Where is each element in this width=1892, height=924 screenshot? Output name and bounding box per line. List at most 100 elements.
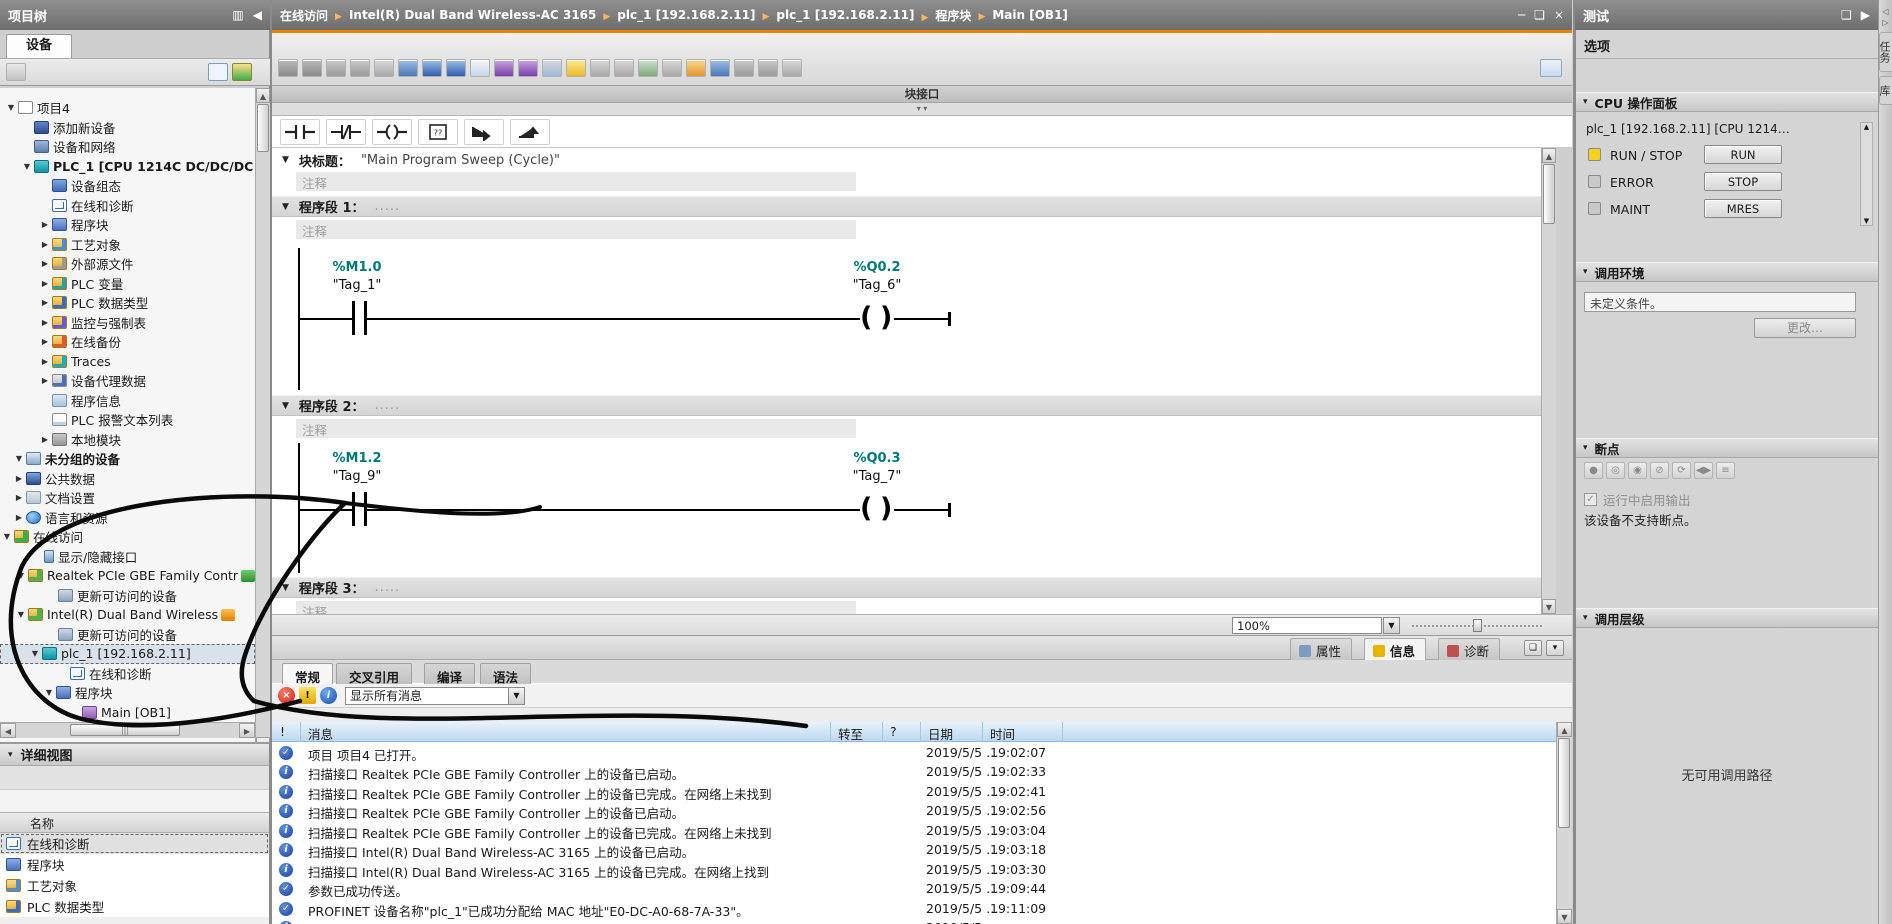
devices-tab[interactable]: 设备	[6, 34, 72, 58]
network-1-header[interactable]: ▼ 程序段 1： .....	[272, 196, 1556, 217]
scroll-left-icon[interactable]: ◀	[0, 723, 16, 738]
tree-vertical-scrollbar[interactable]: ▲ ▼	[255, 88, 270, 752]
collapse-all-networks-icon[interactable]	[446, 59, 466, 77]
breadcrumb-item[interactable]: plc_1 [192.168.2.11]	[596, 8, 755, 22]
mres-button[interactable]: MRES	[1704, 199, 1782, 218]
coil-icon[interactable]: )	[880, 495, 892, 522]
detail-view-item[interactable]: 程序块	[0, 854, 269, 875]
coil-icon[interactable]: (	[860, 495, 872, 522]
expander-icon[interactable]: ▶	[38, 435, 52, 444]
breadcrumb-item[interactable]: 程序块	[915, 7, 972, 24]
detail-view-header[interactable]: ▾ 详细视图	[0, 744, 269, 766]
network-2-header[interactable]: ▼ 程序段 2： .....	[272, 395, 1556, 416]
expander-icon[interactable]: ▶	[38, 259, 52, 268]
expander-icon[interactable]: ▼	[28, 649, 42, 658]
col-date[interactable]: 日期	[928, 724, 953, 743]
close-branch-icon[interactable]	[510, 119, 550, 145]
tree-item[interactable]: ▼ PLC_1 [CPU 1214C DC/DC/DC	[0, 157, 255, 177]
step-over-icon[interactable]: ⟳	[1672, 462, 1691, 479]
go-to-previous-icon[interactable]	[590, 59, 610, 77]
vertical-tab[interactable]: 库	[1879, 76, 1892, 105]
delete-network-icon[interactable]	[350, 59, 370, 77]
tree-item[interactable]: ▶ 程序块	[0, 215, 255, 235]
expander-icon[interactable]: ▶	[38, 357, 52, 366]
scrollbar-thumb[interactable]: |||	[70, 724, 180, 736]
update-block-call-icon[interactable]	[638, 59, 658, 77]
go-to-next-icon[interactable]	[614, 59, 634, 77]
scrollbar-thumb[interactable]	[257, 104, 269, 152]
expander-icon[interactable]: ▼	[14, 571, 28, 580]
network-3-title-placeholder[interactable]: .....	[375, 580, 401, 595]
message-row[interactable]: ✓ PROFINET 设备名称"plc_1"已成功分配给 MAC 地址"E0-D…	[272, 899, 1556, 919]
monitor-onoff-icon[interactable]	[686, 59, 706, 77]
normally-closed-contact-icon[interactable]	[326, 119, 366, 145]
output-coil-icon[interactable]	[372, 119, 412, 145]
favorites-toggle-icon[interactable]	[566, 59, 586, 77]
ladder-vertical-scrollbar[interactable]: ▲ ▼	[1541, 148, 1556, 614]
tree-item[interactable]: 程序信息	[0, 391, 255, 411]
symbolic-operands-icon[interactable]	[518, 59, 538, 77]
message-row[interactable]: i 扫描接口 Intel(R) Dual Band Wireless-AC 31…	[272, 841, 1556, 861]
tab-cross-references[interactable]: 交叉引用	[336, 663, 412, 684]
breadcrumb-item[interactable]: Intel(R) Dual Band Wireless-AC 3165	[328, 8, 596, 22]
expander-icon[interactable]: ▶	[38, 318, 52, 327]
col-goto[interactable]: 转至	[838, 724, 863, 743]
tree-item[interactable]: ▶ 语言和资源	[0, 508, 255, 528]
network-3-comment[interactable]: 注释	[296, 601, 856, 614]
jump-left-icon[interactable]	[734, 59, 754, 77]
tree-item[interactable]: ▼ 未分组的设备	[0, 449, 255, 469]
expander-icon[interactable]: ▶	[12, 513, 26, 522]
inspector-vertical-scrollbar[interactable]: ▲ ▼	[1556, 722, 1572, 924]
stop-button[interactable]: STOP	[1704, 172, 1782, 191]
message-row[interactable]: ✓ 参数已成功传送。 2019/5/5 … 19:09:44	[272, 880, 1556, 900]
expander-icon[interactable]: ▶	[12, 493, 26, 502]
network-1-rung[interactable]: %M1.0 "Tag_1" %Q0.2 "Tag_6" ( )	[272, 242, 1556, 392]
contact-tag[interactable]: "Tag_9"	[292, 469, 422, 484]
enable-breakpoint-icon[interactable]: ◉	[1628, 462, 1647, 479]
coil-tag[interactable]: "Tag_6"	[812, 278, 942, 293]
detail-view-item[interactable]: 在线和诊断	[0, 833, 269, 854]
tree-item[interactable]: ▶ 工艺对象	[0, 235, 255, 255]
tree-item[interactable]: ▼ Intel(R) Dual Band Wireless	[0, 605, 255, 625]
expander-icon[interactable]: ▶	[38, 298, 52, 307]
tree-item[interactable]: ▶ 在线备份	[0, 332, 255, 352]
expander-icon[interactable]: ▼	[20, 162, 34, 171]
tree-item[interactable]: 在线和诊断	[0, 664, 255, 684]
breakpoints-header[interactable]: ▾ 断点	[1576, 438, 1878, 458]
expander-icon[interactable]: ▼	[14, 610, 28, 619]
expander-icon[interactable]: ▼	[42, 688, 56, 697]
snapshot-icon[interactable]	[662, 59, 682, 77]
tab-properties[interactable]: 属性	[1290, 638, 1352, 660]
filter-errors-icon[interactable]: ×	[278, 687, 295, 704]
sync-online-icon[interactable]	[232, 63, 252, 81]
scrollbar-thumb[interactable]	[1558, 738, 1570, 828]
message-row[interactable]: i 扫描接口 Realtek PCIe GBE Family Controlle…	[272, 919, 1556, 924]
tab-general[interactable]: 常规	[282, 663, 333, 684]
tree-item[interactable]: ▶ PLC 数据类型	[0, 293, 255, 313]
chevron-down-icon[interactable]: ▾	[1583, 613, 1588, 623]
breadcrumb-item[interactable]: Main [OB1]	[971, 8, 1067, 22]
collapse-inspector-icon[interactable]: ▾	[1546, 640, 1564, 656]
col-time[interactable]: 时间	[990, 724, 1015, 743]
expander-icon[interactable]: ▶	[38, 220, 52, 229]
settings-icon[interactable]	[782, 59, 802, 77]
delete-breakpoint-icon[interactable]: ◎	[1606, 462, 1625, 479]
absolute-operands-icon[interactable]	[494, 59, 514, 77]
tree-item[interactable]: 在线和诊断	[0, 196, 255, 216]
tree-item[interactable]: 设备和网络	[0, 137, 255, 157]
breadcrumb-item[interactable]: 在线访问	[280, 7, 328, 24]
scroll-up-icon[interactable]: ▲	[1542, 148, 1556, 163]
float-inspector-icon[interactable]: ❏	[1524, 640, 1542, 656]
open-branch-icon[interactable]	[464, 119, 504, 145]
minimize-icon[interactable]: ─	[1518, 8, 1525, 22]
detail-view-item[interactable]: 工艺对象	[0, 875, 269, 896]
network-2-rung[interactable]: %M1.2 "Tag_9" %Q0.3 "Tag_7" ( )	[272, 439, 1556, 577]
compare-icon[interactable]	[710, 59, 730, 77]
message-row[interactable]: i 扫描接口 Intel(R) Dual Band Wireless-AC 31…	[272, 860, 1556, 880]
block-title-value[interactable]: "Main Program Sweep (Cycle)"	[361, 153, 560, 168]
expander-icon[interactable]: ▼	[0, 532, 14, 541]
table-view-icon[interactable]	[208, 63, 228, 81]
chevron-down-icon[interactable]: ▾	[1583, 267, 1588, 277]
expander-icon[interactable]: ▼	[4, 103, 18, 112]
network-1-title-placeholder[interactable]: .....	[375, 199, 401, 214]
